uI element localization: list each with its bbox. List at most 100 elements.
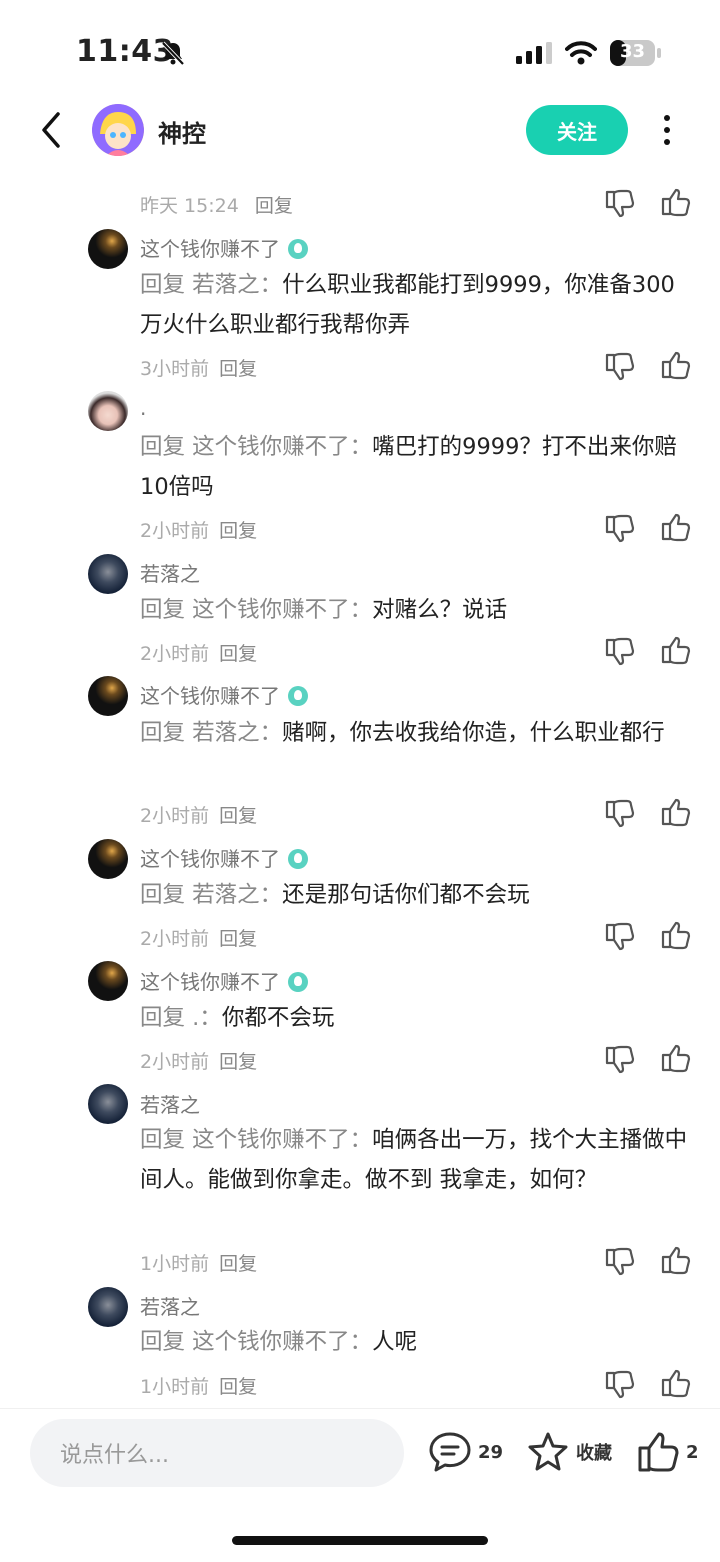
commenter-name[interactable]: 这个钱你赚不了 — [140, 966, 308, 995]
commenter-avatar[interactable] — [88, 676, 128, 716]
dislike-icon[interactable] — [603, 1043, 635, 1075]
commenter-name[interactable]: 若落之 — [140, 558, 200, 587]
like-icon[interactable] — [659, 920, 691, 952]
comment-meta: 2小时前 回复 — [140, 801, 257, 828]
comment-text: 回复 这个钱你赚不了：嘴巴打的9999？打不出来你赔10倍吗 — [140, 427, 690, 507]
commenter-avatar[interactable] — [88, 1287, 128, 1327]
battery-icon: 33 — [610, 38, 662, 68]
reply-to-prefix: 回复 这个钱你赚不了： — [140, 1329, 373, 1355]
dislike-icon[interactable] — [603, 187, 635, 219]
reply-button[interactable]: 回复 — [219, 358, 257, 380]
commenter-name-text: . — [140, 396, 147, 420]
commenter-avatar[interactable] — [88, 1084, 128, 1124]
commenter-avatar[interactable] — [88, 839, 128, 879]
comment-time: 2小时前 — [140, 805, 210, 827]
comment-text: 回复 若落之：还是那句话你们都不会玩 — [140, 875, 690, 915]
commenter-name[interactable]: 若落之 — [140, 1291, 200, 1320]
commenter-name[interactable]: 这个钱你赚不了 — [140, 233, 308, 262]
commenter-avatar[interactable] — [88, 554, 128, 594]
like-icon[interactable] — [659, 1245, 691, 1277]
comment-time: 1小时前 — [140, 1376, 210, 1398]
dislike-icon[interactable] — [603, 1245, 635, 1277]
comment-meta: 2小时前 回复 — [140, 516, 257, 543]
like-icon[interactable] — [659, 350, 691, 382]
comment-meta: 1小时前 回复 — [140, 1249, 257, 1276]
like-post-button[interactable]: 2 — [636, 1430, 699, 1474]
comment-body: 赌啊，你去收我给你造，什么职业都行 — [282, 720, 665, 746]
reply-button[interactable]: 回复 — [219, 643, 257, 665]
reply-button[interactable]: 回复 — [219, 1253, 257, 1275]
comment-meta: 昨天 15:24 回复 — [140, 191, 293, 218]
comment-input[interactable]: 说点什么... — [30, 1419, 404, 1487]
comment-time: 2小时前 — [140, 928, 210, 950]
dislike-icon[interactable] — [603, 350, 635, 382]
reply-button[interactable]: 回复 — [219, 1051, 257, 1073]
star-icon — [528, 1432, 568, 1471]
commenter-name-text: 若落之 — [140, 1295, 200, 1319]
reply-to-prefix: 回复 若落之： — [140, 882, 283, 908]
reply-to-prefix: 回复 若落之： — [140, 272, 283, 298]
page-title: 神控 — [158, 120, 206, 148]
dislike-icon[interactable] — [603, 635, 635, 667]
commenter-name-text: 这个钱你赚不了 — [140, 237, 280, 261]
reply-button[interactable]: 回复 — [219, 805, 257, 827]
reply-button[interactable]: 回复 — [219, 928, 257, 950]
home-indicator — [232, 1536, 488, 1545]
comment-body: 人呢 — [372, 1329, 418, 1355]
reply-to-prefix: 回复 这个钱你赚不了： — [140, 597, 373, 623]
verified-badge-icon — [288, 686, 308, 706]
commenter-name[interactable]: 若落之 — [140, 1089, 200, 1118]
favorite-label: 收藏 — [576, 1443, 612, 1464]
comment-text: 回复 这个钱你赚不了：对赌么？说话 — [140, 590, 690, 630]
verified-badge-icon — [288, 849, 308, 869]
reply-to-prefix: 回复 这个钱你赚不了： — [140, 1127, 373, 1153]
comments-button[interactable]: 29 — [428, 1430, 503, 1474]
commenter-name[interactable]: 这个钱你赚不了 — [140, 843, 308, 872]
like-icon[interactable] — [659, 512, 691, 544]
reply-button[interactable]: 回复 — [255, 195, 293, 217]
commenter-name-text: 这个钱你赚不了 — [140, 684, 280, 708]
dislike-icon[interactable] — [603, 1368, 635, 1400]
like-icon[interactable] — [659, 635, 691, 667]
author-avatar[interactable] — [92, 104, 144, 156]
commenter-avatar[interactable] — [88, 229, 128, 269]
reply-button[interactable]: 回复 — [219, 1376, 257, 1398]
dislike-icon[interactable] — [603, 797, 635, 829]
follow-button[interactable]: 关注 — [526, 105, 628, 155]
wifi-icon — [565, 41, 597, 65]
comment-time: 昨天 15:24 — [140, 195, 239, 217]
commenter-name[interactable]: . — [140, 396, 146, 420]
comment-text: 回复 若落之：赌啊，你去收我给你造，什么职业都行 — [140, 713, 690, 753]
favorite-button[interactable]: 收藏 — [526, 1430, 612, 1474]
like-icon[interactable] — [659, 797, 691, 829]
comment-meta: 2小时前 回复 — [140, 639, 257, 666]
reply-button[interactable]: 回复 — [219, 520, 257, 542]
commenter-avatar[interactable] — [88, 391, 128, 431]
comment-meta: 2小时前 回复 — [140, 1047, 257, 1074]
back-chevron-icon[interactable] — [36, 110, 66, 150]
commenter-name-text: 这个钱你赚不了 — [140, 970, 280, 994]
like-icon[interactable] — [659, 1368, 691, 1400]
commenter-avatar[interactable] — [88, 961, 128, 1001]
commenter-name[interactable]: 这个钱你赚不了 — [140, 680, 308, 709]
like-icon[interactable] — [659, 187, 691, 219]
reply-to-prefix: 回复 若落之： — [140, 720, 283, 746]
dislike-icon[interactable] — [603, 920, 635, 952]
comment-text: 回复 若落之：什么职业我都能打到9999，你准备300万火什么职业都行我帮你弄 — [140, 265, 690, 345]
comment-body: 还是那句话你们都不会玩 — [282, 882, 530, 908]
bell-muted-icon — [161, 41, 185, 66]
comment-meta: 1小时前 回复 — [140, 1372, 257, 1399]
comment-body: 你都不会玩 — [221, 1005, 335, 1031]
comment-time: 1小时前 — [140, 1253, 210, 1275]
comment-meta: 2小时前 回复 — [140, 924, 257, 951]
comment-text: 回复 .：你都不会玩 — [140, 998, 690, 1038]
comment-meta: 3小时前 回复 — [140, 354, 257, 381]
status-bar: 11:43 33 — [0, 0, 720, 100]
more-options-icon[interactable] — [660, 112, 674, 148]
dislike-icon[interactable] — [603, 512, 635, 544]
comment-text: 回复 这个钱你赚不了：人呢 — [140, 1322, 690, 1362]
like-count: 2 — [686, 1441, 699, 1463]
thumbs-up-icon — [638, 1432, 679, 1472]
verified-badge-icon — [288, 972, 308, 992]
like-icon[interactable] — [659, 1043, 691, 1075]
